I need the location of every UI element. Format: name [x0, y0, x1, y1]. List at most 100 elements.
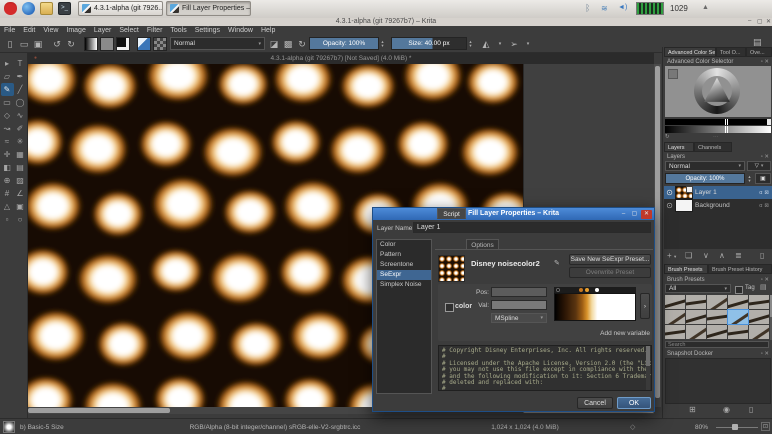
pattern-chooser[interactable]: [100, 37, 114, 51]
save-icon[interactable]: ▣: [31, 37, 45, 51]
switch-snapshot-button[interactable]: ◉: [723, 406, 730, 414]
tool-color-sampler[interactable]: ⊕: [1, 174, 14, 187]
dialog-titlebar[interactable]: Fill Layer Properties – Krita: [373, 208, 654, 220]
menu-tools[interactable]: Tools: [166, 27, 190, 34]
menu-view[interactable]: View: [39, 27, 62, 34]
brush-presets-docker-header[interactable]: Brush Presets ▫ ✕: [667, 276, 769, 284]
flow-icon[interactable]: ➢: [507, 37, 521, 51]
script-scrollbar[interactable]: [646, 346, 650, 390]
tool-calligraphy[interactable]: ✒: [14, 70, 27, 83]
brush-preset-filter-select[interactable]: All ▾: [665, 284, 731, 293]
tool-polyline[interactable]: ∿: [14, 109, 27, 122]
menu-select[interactable]: Select: [115, 27, 142, 34]
open-document-icon[interactable]: ▭: [17, 37, 31, 51]
delete-layer-button[interactable]: ▯: [760, 252, 764, 260]
eject-icon[interactable]: ▲: [702, 4, 709, 11]
eraser-mode-icon[interactable]: ◪: [267, 37, 281, 51]
float-docker-icon[interactable]: ▫: [761, 154, 763, 160]
tag-icon[interactable]: ◇: [630, 423, 635, 431]
menu-settings[interactable]: Settings: [191, 27, 224, 34]
layer-opacity-slider[interactable]: Opacity: 100%: [665, 173, 745, 184]
brush-preset-thumb[interactable]: [749, 325, 769, 339]
brush-preview-button[interactable]: [3, 421, 15, 433]
tool-dynamic-brush[interactable]: ≈: [1, 135, 14, 148]
cancel-button[interactable]: Cancel: [577, 397, 613, 409]
brush-preset-thumb[interactable]: [686, 325, 706, 339]
terminal-icon[interactable]: >_: [58, 2, 71, 15]
next-variable-button[interactable]: ›: [640, 293, 650, 319]
layer-row-background[interactable]: ⊙ Background α ⊠: [664, 199, 772, 212]
last-color-swatch[interactable]: [668, 69, 678, 79]
canvas-vertical-scrollbar[interactable]: [654, 64, 661, 407]
brush-preset-thumb[interactable]: [728, 295, 748, 309]
tab-channels[interactable]: Channels: [694, 142, 732, 152]
float-docker-icon[interactable]: ▫: [761, 277, 763, 283]
layer-name-input[interactable]: Layer 1: [413, 222, 651, 233]
move-layer-up-button[interactable]: ∧: [719, 252, 725, 260]
preserve-alpha-icon[interactable]: ▩: [281, 37, 295, 51]
tool-bezier[interactable]: ↝: [1, 122, 14, 135]
dialog-close-button[interactable]: ✕: [641, 210, 652, 219]
interpolation-select[interactable]: MSpline ▾: [491, 313, 547, 323]
tool-transform[interactable]: ▦: [14, 148, 27, 161]
tool-transform-select[interactable]: ▸: [1, 57, 14, 70]
layer-visibility-icon[interactable]: ⊙: [664, 202, 675, 210]
gradient-chooser[interactable]: [84, 37, 98, 51]
size-spinner[interactable]: ▴▾: [467, 40, 474, 47]
layer-style-button[interactable]: ▣: [755, 173, 771, 184]
menu-image[interactable]: Image: [62, 27, 89, 34]
opacity-spinner[interactable]: ▴▾: [379, 40, 386, 47]
file-manager-icon[interactable]: [40, 2, 53, 15]
close-docker-icon[interactable]: ✕: [764, 277, 769, 283]
taskbar-window-dialog[interactable]: Fill Layer Properties –...: [166, 1, 251, 16]
close-docker-icon[interactable]: ✕: [764, 154, 769, 160]
menu-help[interactable]: Help: [257, 27, 279, 34]
preset-display-options-button[interactable]: ▤: [760, 284, 767, 291]
raspberry-menu-icon[interactable]: [4, 2, 17, 15]
brush-preset-thumb[interactable]: [728, 325, 748, 339]
save-new-preset-button[interactable]: Save New SeExpr Preset...: [569, 254, 651, 265]
brush-preset-thumb[interactable]: [707, 310, 727, 324]
tool-ellipse[interactable]: ◯: [14, 96, 27, 109]
brush-preset-thumb[interactable]: [665, 310, 685, 324]
brush-preset-thumb[interactable]: [749, 310, 769, 324]
alpha-lock-icon[interactable]: ⊠: [764, 203, 769, 209]
undo-icon[interactable]: ↺: [50, 37, 64, 51]
alpha-inherit-icon[interactable]: α: [759, 203, 762, 209]
fg-bg-color-chooser[interactable]: [116, 37, 130, 51]
tool-line[interactable]: ╱: [14, 83, 27, 96]
tab-advanced-color-selector[interactable]: Advanced Color Sel...: [664, 47, 716, 57]
generator-pattern[interactable]: Pattern: [377, 250, 431, 260]
mirror-options-chevron-icon[interactable]: ▾: [493, 37, 507, 51]
taskbar-window-krita[interactable]: 4.3.1-alpha (git 7926...: [78, 1, 163, 16]
float-docker-icon[interactable]: ▫: [761, 351, 763, 357]
dialog-maximize-button[interactable]: ▢: [630, 210, 639, 219]
ok-button[interactable]: OK: [617, 397, 651, 409]
brush-preset-thumb[interactable]: [665, 295, 685, 309]
color-history-strip[interactable]: [665, 119, 771, 125]
tool-multibrush[interactable]: ✳: [14, 135, 27, 148]
tool-assistants[interactable]: △: [1, 200, 14, 213]
tag-checkbox[interactable]: [735, 286, 743, 294]
layers-docker-header[interactable]: Layers ▫ ✕: [667, 153, 769, 161]
color-variable-checkbox[interactable]: [445, 303, 454, 312]
tab-layers[interactable]: Layers: [664, 142, 694, 152]
menu-edit[interactable]: Edit: [19, 27, 39, 34]
brush-preset-thumb[interactable]: [686, 310, 706, 324]
tool-fill[interactable]: ◧: [1, 161, 14, 174]
tool-edit-shapes[interactable]: ▱: [1, 70, 14, 83]
brush-preset-thumb[interactable]: [707, 295, 727, 309]
menu-window[interactable]: Window: [224, 27, 257, 34]
window-minimize-button[interactable]: –: [748, 18, 751, 24]
brush-preset-thumb[interactable]: [749, 295, 769, 309]
generator-simplex-noise[interactable]: Simplex Noise: [377, 280, 431, 290]
history-icon[interactable]: ↻: [665, 134, 670, 140]
pos-input[interactable]: [491, 287, 547, 297]
generator-screentone[interactable]: Screentone: [377, 260, 431, 270]
overwrite-preset-button[interactable]: Overwrite Preset: [569, 267, 651, 278]
menu-layer[interactable]: Layer: [90, 27, 116, 34]
zoom-options-button[interactable]: ⊡: [761, 422, 770, 431]
mirror-icon[interactable]: ◭: [479, 37, 493, 51]
dialog-minimize-button[interactable]: –: [619, 210, 628, 219]
tool-smart-patch[interactable]: ▣: [14, 200, 27, 213]
